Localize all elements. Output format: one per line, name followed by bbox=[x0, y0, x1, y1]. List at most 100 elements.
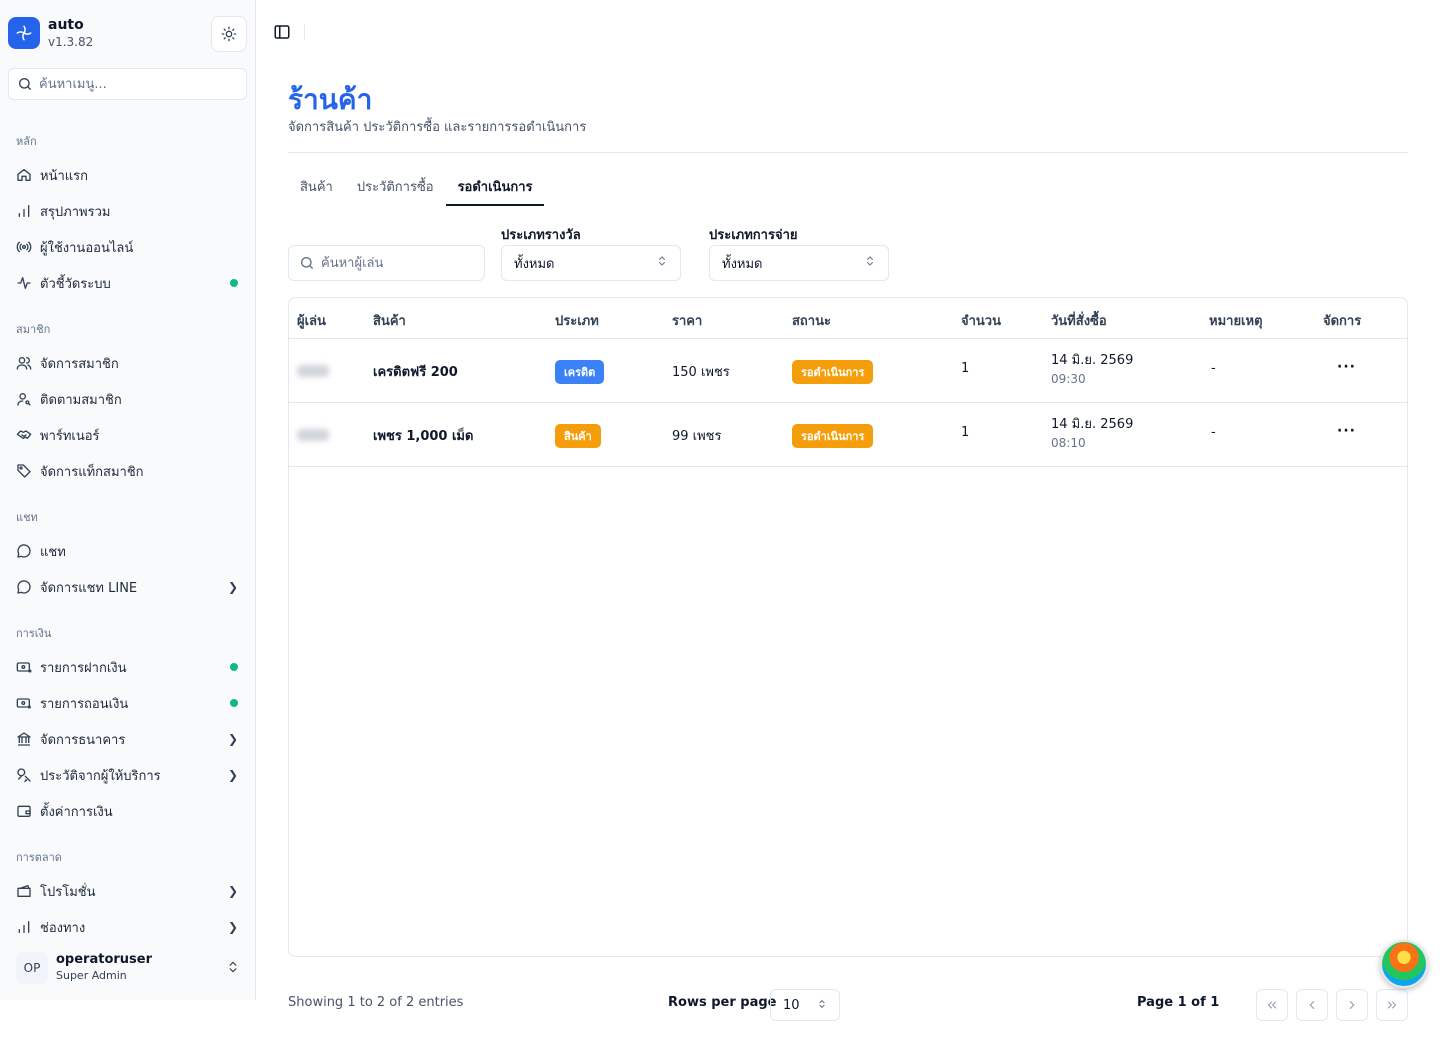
payment-type-label: ประเภทการจ่าย bbox=[709, 228, 798, 243]
tab-pending[interactable]: รอดำเนินการ bbox=[445, 168, 545, 206]
home-icon bbox=[16, 167, 32, 183]
column-header: ประเภท bbox=[555, 314, 599, 329]
last-page-button[interactable] bbox=[1376, 989, 1408, 1021]
page-info: Page 1 of 1 bbox=[1137, 995, 1220, 1010]
menu-search[interactable] bbox=[8, 68, 247, 100]
price: 150 เพชร bbox=[672, 365, 730, 380]
tab-list: สินค้า ประวัติการซื้อ รอดำเนินการ bbox=[288, 168, 545, 206]
sun-icon bbox=[221, 26, 237, 42]
group-label-members: สมาชิก bbox=[16, 323, 51, 336]
sidebar-item-label: พาร์ทเนอร์ bbox=[40, 428, 100, 444]
menu-search-input[interactable] bbox=[39, 76, 229, 92]
avatar: OP bbox=[16, 952, 48, 984]
order-date-time: 08:10 bbox=[1051, 436, 1086, 450]
sidebar-item-label: รายการถอนเงิน bbox=[40, 696, 129, 712]
sidebar-item-banks[interactable]: จัดการธนาคาร ❯ bbox=[8, 723, 248, 755]
sidebar-item-deposits[interactable]: รายการฝากเงิน bbox=[8, 651, 248, 683]
status-badge: รอดำเนินการ bbox=[792, 360, 874, 384]
reward-type-value: ทั้งหมด bbox=[514, 256, 555, 272]
product-name: เครดิตฟรี 200 bbox=[373, 365, 458, 380]
tag-icon bbox=[16, 463, 32, 479]
sidebar-item-promotions[interactable]: โปรโมชั่น ❯ bbox=[8, 875, 248, 907]
table-row: เครดิตฟรี 200 เครดิต 150 เพชร รอดำเนินกา… bbox=[289, 339, 1407, 403]
sidebar-item-member-tags[interactable]: จัดการแท็กสมาชิก bbox=[8, 455, 248, 487]
bar-chart-icon bbox=[16, 203, 32, 219]
sidebar-item-overview[interactable]: สรุปภาพรวม bbox=[8, 195, 248, 227]
type-badge: สินค้า bbox=[555, 424, 601, 448]
sidebar-toggle-button[interactable] bbox=[272, 22, 292, 42]
bar-chart-icon bbox=[16, 919, 32, 935]
sidebar-item-chat[interactable]: แชท bbox=[8, 535, 248, 567]
deposit-icon bbox=[16, 659, 32, 675]
sidebar-item-label: โปรโมชั่น bbox=[40, 884, 96, 900]
sidebar-item-track-members[interactable]: ติดตามสมาชิก bbox=[8, 383, 248, 415]
chat-icon bbox=[16, 579, 32, 595]
user-menu[interactable]: OP operatoruser Super Admin bbox=[8, 944, 248, 992]
row-actions-button[interactable]: ··· bbox=[1337, 423, 1356, 439]
sidebar-item-label: ตั้งค่าการเงิน bbox=[40, 804, 113, 820]
player-name-redacted bbox=[297, 429, 329, 441]
player-search-input[interactable] bbox=[321, 255, 471, 271]
tab-products[interactable]: สินค้า bbox=[288, 168, 345, 206]
payment-type-value: ทั้งหมด bbox=[722, 256, 763, 272]
column-header: วันที่สั่งซื้อ bbox=[1051, 314, 1107, 329]
row-actions-button[interactable]: ··· bbox=[1337, 359, 1356, 375]
tab-purchase-history[interactable]: ประวัติการซื้อ bbox=[345, 168, 446, 206]
search-icon bbox=[301, 257, 313, 269]
sidebar-item-partner[interactable]: พาร์ทเนอร์ bbox=[8, 419, 248, 451]
order-date-day: 14 มิ.ย. 2569 bbox=[1051, 353, 1134, 368]
chevrons-up-down-icon bbox=[817, 999, 827, 1012]
reward-type-select[interactable]: ทั้งหมด bbox=[501, 245, 681, 281]
sidebar-item-label: ช่องทาง bbox=[40, 920, 86, 936]
sidebar-item-online-users[interactable]: ผู้ใช้งานออนไลน์ bbox=[8, 231, 248, 263]
chevrons-up-down-icon bbox=[656, 255, 668, 271]
provider-icon bbox=[16, 767, 32, 783]
app-name: auto bbox=[48, 17, 84, 33]
wallet-icon bbox=[16, 803, 32, 819]
bank-icon bbox=[16, 731, 32, 747]
pending-orders-table: ผู้เล่น สินค้า ประเภท ราคา สถานะ จำนวน ว… bbox=[288, 297, 1408, 957]
brand[interactable]: auto v1.3.82 bbox=[8, 16, 93, 50]
group-label-main: หลัก bbox=[16, 135, 37, 148]
sidebar-item-system-metrics[interactable]: ตัวชี้วัดระบบ bbox=[8, 267, 248, 299]
chevron-right-icon bbox=[1349, 1000, 1355, 1010]
floating-assistant-button[interactable] bbox=[1380, 940, 1428, 988]
sidebar-item-label: ผู้ใช้งานออนไลน์ bbox=[40, 240, 134, 256]
sidebar-item-manage-members[interactable]: จัดการสมาชิก bbox=[8, 347, 248, 379]
logo-icon bbox=[8, 17, 40, 49]
sidebar-item-home[interactable]: หน้าแรก bbox=[8, 159, 248, 191]
sidebar-item-withdrawals[interactable]: รายการถอนเงิน bbox=[8, 687, 248, 719]
sidebar-item-channels[interactable]: ช่องทาง ❯ bbox=[8, 911, 248, 943]
first-page-button[interactable] bbox=[1256, 989, 1288, 1021]
sidebar-item-line-chat[interactable]: จัดการแชท LINE ❯ bbox=[8, 571, 248, 603]
app-version: v1.3.82 bbox=[48, 35, 94, 49]
status-dot bbox=[230, 663, 238, 671]
chevron-right-icon: ❯ bbox=[227, 884, 238, 898]
reward-type-label: ประเภทรางวัล bbox=[501, 228, 581, 243]
payment-type-select[interactable]: ทั้งหมด bbox=[709, 245, 889, 281]
withdraw-icon bbox=[16, 695, 32, 711]
sidebar-item-label: ติดตามสมาชิก bbox=[40, 392, 122, 408]
promo-icon bbox=[16, 883, 32, 899]
status-dot bbox=[230, 699, 238, 707]
player-search[interactable] bbox=[288, 245, 485, 281]
next-page-button[interactable] bbox=[1336, 989, 1368, 1021]
theme-toggle-button[interactable] bbox=[211, 16, 247, 52]
sidebar-item-label: จัดการแท็กสมาชิก bbox=[40, 464, 144, 480]
chevrons-right-icon bbox=[1387, 1001, 1397, 1009]
search-icon bbox=[19, 78, 31, 90]
quantity: 1 bbox=[961, 361, 970, 376]
previous-page-button[interactable] bbox=[1296, 989, 1328, 1021]
chat-icon bbox=[16, 543, 32, 559]
note: - bbox=[1211, 425, 1216, 440]
group-label-finance: การเงิน bbox=[16, 627, 52, 640]
radio-icon bbox=[16, 239, 32, 255]
rows-per-page-select[interactable]: 10 bbox=[770, 989, 840, 1021]
user-name: operatoruser bbox=[56, 952, 153, 967]
sidebar-item-label: ตัวชี้วัดระบบ bbox=[40, 276, 111, 292]
users-icon bbox=[16, 355, 32, 371]
divider bbox=[304, 24, 305, 40]
sidebar-item-label: สรุปภาพรวม bbox=[40, 204, 111, 220]
sidebar-item-provider-history[interactable]: ประวัติจากผู้ให้บริการ ❯ bbox=[8, 759, 248, 791]
sidebar-item-finance-settings[interactable]: ตั้งค่าการเงิน bbox=[8, 795, 248, 827]
